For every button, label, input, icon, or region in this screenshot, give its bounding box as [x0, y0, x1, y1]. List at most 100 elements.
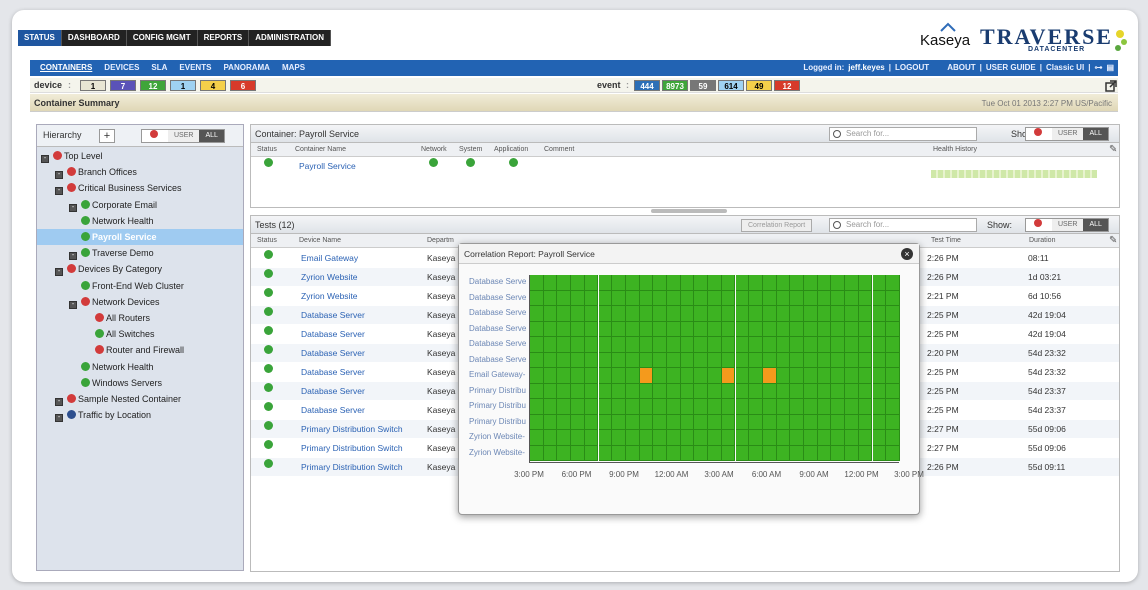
heatmap-cell-ok[interactable]	[845, 275, 859, 291]
splitter-handle[interactable]	[651, 209, 727, 213]
heatmap-cell-ok[interactable]	[584, 430, 599, 446]
heatmap-cell-ok[interactable]	[543, 368, 558, 384]
tree-item[interactable]: - Traffic by Location	[37, 407, 243, 423]
edit-icon[interactable]: ✎	[1109, 235, 1117, 246]
heatmap-cell-ok[interactable]	[625, 306, 640, 322]
col-test-time[interactable]: Test Time	[931, 237, 961, 244]
heatmap-cell-ok[interactable]	[625, 275, 640, 291]
heatmap-cell-ok[interactable]	[653, 352, 667, 368]
device-name[interactable]: Primary Distribution Switch	[301, 458, 403, 476]
heatmap-cell-ok[interactable]	[735, 321, 750, 337]
heatmap-cell-ok[interactable]	[776, 337, 791, 353]
device-name[interactable]: Zyrion Website	[301, 268, 358, 286]
heatmap-cell-ok[interactable]	[667, 414, 681, 430]
heatmap-cell-warning[interactable]	[721, 368, 736, 384]
heatmap-cell-ok[interactable]	[571, 352, 585, 368]
heatmap-cell-ok[interactable]	[639, 352, 654, 368]
col-device-name[interactable]: Device Name	[299, 237, 341, 244]
heatmap-cell-ok[interactable]	[872, 368, 887, 384]
heatmap-cell-ok[interactable]	[530, 321, 544, 337]
heatmap-cell-ok[interactable]	[749, 383, 763, 399]
heatmap-cell-ok[interactable]	[858, 399, 873, 415]
heatmap-cell-ok[interactable]	[571, 430, 585, 446]
heatmap-cell-ok[interactable]	[762, 430, 777, 446]
heatmap-cell-ok[interactable]	[598, 368, 613, 384]
heatmap-cell-ok[interactable]	[776, 290, 791, 306]
heatmap-cell-ok[interactable]	[776, 414, 791, 430]
container-name[interactable]: Payroll Service	[299, 157, 356, 175]
heatmap-cell-ok[interactable]	[557, 275, 572, 291]
heatmap-cell-ok[interactable]	[886, 352, 900, 368]
heatmap-cell-ok[interactable]	[886, 337, 900, 353]
heatmap-cell-ok[interactable]	[557, 430, 572, 446]
heatmap-cell-ok[interactable]	[749, 290, 763, 306]
user-guide-link[interactable]: USER GUIDE	[986, 60, 1036, 76]
heatmap-cell-ok[interactable]	[790, 321, 804, 337]
heatmap-cell-ok[interactable]	[571, 383, 585, 399]
heatmap-cell-ok[interactable]	[598, 337, 613, 353]
heatmap-cell-ok[interactable]	[886, 290, 900, 306]
heatmap-cell-ok[interactable]	[776, 383, 791, 399]
heatmap-cell-ok[interactable]	[530, 383, 544, 399]
heatmap-cell-ok[interactable]	[804, 290, 818, 306]
heatmap-cell-ok[interactable]	[790, 414, 804, 430]
heatmap-cell-ok[interactable]	[625, 445, 640, 461]
heatmap-cell-ok[interactable]	[571, 414, 585, 430]
heatmap-cell-ok[interactable]	[804, 352, 818, 368]
event-count-badge[interactable]: 8973	[662, 80, 688, 91]
heatmap-cell-ok[interactable]	[543, 414, 558, 430]
heatmap-cell-ok[interactable]	[735, 445, 750, 461]
col-status[interactable]: Status	[257, 237, 277, 244]
heatmap-cell-ok[interactable]	[872, 306, 887, 322]
heatmap-cell-ok[interactable]	[858, 352, 873, 368]
col-comment[interactable]: Comment	[544, 146, 574, 153]
heatmap-cell-ok[interactable]	[667, 306, 681, 322]
tree-item[interactable]: Windows Servers	[37, 375, 243, 391]
tests-search-input[interactable]: Search for...	[829, 218, 977, 232]
heatmap-cell-ok[interactable]	[612, 337, 626, 353]
heatmap-cell-ok[interactable]	[886, 430, 900, 446]
heatmap-cell-ok[interactable]	[680, 445, 695, 461]
heatmap-cell-ok[interactable]	[530, 275, 544, 291]
heatmap-cell-ok[interactable]	[817, 414, 832, 430]
heatmap-cell-ok[interactable]	[735, 290, 750, 306]
heatmap-cell-ok[interactable]	[584, 275, 599, 291]
heatmap-cell-ok[interactable]	[584, 414, 599, 430]
heatmap-cell-ok[interactable]	[598, 414, 613, 430]
heatmap-cell-ok[interactable]	[804, 321, 818, 337]
heatmap-cell-ok[interactable]	[708, 290, 722, 306]
heatmap-cell-ok[interactable]	[543, 352, 558, 368]
heatmap-cell-ok[interactable]	[804, 275, 818, 291]
device-name[interactable]: Database Server	[301, 306, 365, 324]
device-name[interactable]: Database Server	[301, 401, 365, 419]
heatmap-cell-ok[interactable]	[694, 399, 709, 415]
heatmap-cell-ok[interactable]	[598, 399, 613, 415]
heatmap-cell-ok[interactable]	[872, 383, 887, 399]
heatmap-cell-ok[interactable]	[858, 383, 873, 399]
heatmap-cell-ok[interactable]	[667, 290, 681, 306]
correlation-report-button[interactable]: Correlation Report	[741, 219, 813, 232]
heatmap-cell-ok[interactable]	[858, 290, 873, 306]
heatmap-cell-ok[interactable]	[762, 383, 777, 399]
key-icon[interactable]: ⊶	[1094, 60, 1102, 76]
heatmap-cell-ok[interactable]	[667, 399, 681, 415]
user-filter-button[interactable]: USER	[168, 130, 200, 142]
heatmap-cell-ok[interactable]	[667, 321, 681, 337]
heatmap-cell-ok[interactable]	[804, 306, 818, 322]
heatmap-cell-ok[interactable]	[776, 321, 791, 337]
heatmap-cell-ok[interactable]	[680, 414, 695, 430]
heatmap-cell-ok[interactable]	[694, 352, 709, 368]
tab-status[interactable]: STATUS	[18, 30, 62, 46]
heatmap-cell-ok[interactable]	[543, 306, 558, 322]
heatmap-cell-ok[interactable]	[845, 290, 859, 306]
heatmap-cell-ok[interactable]	[886, 414, 900, 430]
heatmap-cell-ok[interactable]	[762, 445, 777, 461]
tree-item[interactable]: All Switches	[37, 326, 243, 342]
heatmap-cell-ok[interactable]	[858, 337, 873, 353]
heatmap-cell-ok[interactable]	[817, 383, 832, 399]
tree-item[interactable]: Network Health	[37, 213, 243, 229]
heatmap-cell-ok[interactable]	[762, 337, 777, 353]
heatmap-cell-ok[interactable]	[680, 352, 695, 368]
heatmap-cell-ok[interactable]	[749, 337, 763, 353]
subtab-sla[interactable]: SLA	[145, 60, 173, 76]
